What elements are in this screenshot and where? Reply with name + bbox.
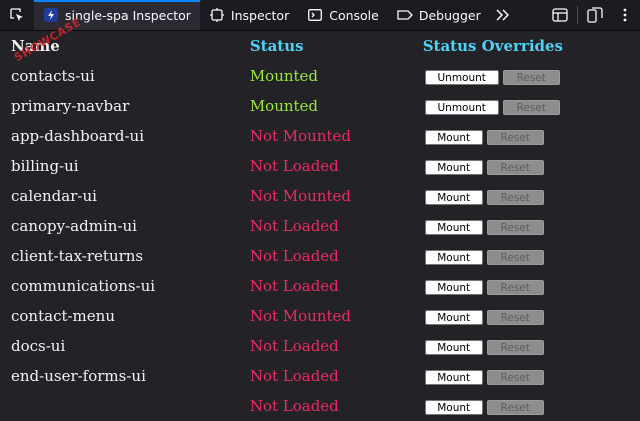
app-status: Not Loaded: [249, 337, 339, 355]
status-overrides: Mount Reset: [423, 361, 640, 391]
toolbar-right: [545, 0, 640, 30]
kebab-menu-icon[interactable]: [610, 0, 640, 30]
app-name: communications-ui: [11, 277, 156, 295]
app-status: Not Mounted: [249, 127, 351, 145]
app-status: Not Loaded: [249, 367, 339, 385]
tab-single-spa-inspector[interactable]: single-spa Inspector: [34, 0, 200, 30]
table-row: Not Loaded Mount Reset: [11, 391, 640, 421]
table-row: contact-menu Not Mounted Mount Reset: [11, 301, 640, 331]
table-row: billing-ui Not Loaded Mount Reset: [11, 151, 640, 181]
mount-button[interactable]: Mount: [424, 399, 483, 415]
responsive-design-icon[interactable]: [580, 0, 610, 30]
mount-button[interactable]: Mount: [424, 129, 483, 145]
table-row: docs-ui Not Loaded Mount Reset: [11, 331, 640, 361]
tab-label: Inspector: [230, 7, 290, 23]
app-name: end-user-forms-ui: [11, 367, 146, 385]
table-row: end-user-forms-ui Not Loaded Mount Reset: [11, 361, 640, 391]
status-overrides: Mount Reset: [423, 331, 640, 361]
app-status: Not Loaded: [249, 277, 339, 295]
status-overrides: Mount Reset: [423, 241, 640, 271]
reset-button[interactable]: Reset: [486, 189, 544, 205]
mount-button[interactable]: Mount: [424, 159, 483, 175]
app-name: docs-ui: [11, 337, 66, 355]
status-overrides: Mount Reset: [423, 271, 640, 301]
reset-button[interactable]: Reset: [486, 279, 544, 295]
status-overrides: Mount Reset: [423, 151, 640, 181]
table-header-row: Name Status Status Overrides: [11, 31, 640, 61]
status-overrides: Unmount Reset: [423, 61, 640, 91]
tab-console[interactable]: Console: [298, 0, 388, 30]
app-name: [11, 391, 250, 421]
tab-label: single-spa Inspector: [65, 7, 191, 23]
reset-button[interactable]: Reset: [486, 129, 544, 145]
applications-table: Name Status Status Overrides contacts-ui…: [11, 31, 640, 421]
devtools-toolbar: single-spa Inspector Inspector Console D…: [0, 0, 640, 31]
reset-button[interactable]: Reset: [486, 159, 544, 175]
status-overrides: Mount Reset: [423, 181, 640, 211]
unmount-button[interactable]: Unmount: [424, 99, 499, 115]
mount-button[interactable]: Mount: [424, 339, 483, 355]
mount-button[interactable]: Mount: [424, 189, 483, 205]
mount-button[interactable]: Mount: [424, 369, 483, 385]
header-status-overrides: Status Overrides: [422, 37, 563, 55]
app-status: Not Loaded: [249, 247, 339, 265]
mount-button[interactable]: Mount: [424, 279, 483, 295]
table-row: calendar-ui Not Mounted Mount Reset: [11, 181, 640, 211]
reset-button[interactable]: Reset: [486, 369, 544, 385]
debugger-icon: [397, 7, 413, 23]
reset-button[interactable]: Reset: [486, 219, 544, 235]
mount-button[interactable]: Mount: [424, 309, 483, 325]
app-name: primary-navbar: [11, 97, 130, 115]
app-name: contact-menu: [11, 307, 115, 325]
inspector-panel: Name Status Status Overrides contacts-ui…: [0, 16, 640, 421]
app-status: Not Loaded: [249, 217, 339, 235]
status-overrides: Mount Reset: [423, 121, 640, 151]
unmount-button[interactable]: Unmount: [424, 69, 499, 85]
tab-debugger[interactable]: Debugger: [388, 0, 490, 30]
app-name: app-dashboard-ui: [11, 127, 144, 145]
tab-label: Console: [329, 7, 379, 23]
app-status: Not Loaded: [249, 397, 339, 415]
app-status: Not Mounted: [249, 187, 351, 205]
reset-button[interactable]: Reset: [502, 69, 560, 85]
toolbar-divider: [577, 6, 578, 24]
app-status: Mounted: [249, 67, 319, 85]
reset-button[interactable]: Reset: [486, 249, 544, 265]
mount-button[interactable]: Mount: [424, 249, 483, 265]
table-row: app-dashboard-ui Not Mounted Mount Reset: [11, 121, 640, 151]
table-row: communications-ui Not Loaded Mount Reset: [11, 271, 640, 301]
element-picker-icon[interactable]: [0, 0, 34, 30]
reset-button[interactable]: Reset: [486, 399, 544, 415]
app-status: Not Mounted: [249, 307, 351, 325]
status-overrides: Mount Reset: [423, 391, 640, 421]
chevrons-right-icon[interactable]: [490, 0, 516, 30]
table-row: client-tax-returns Not Loaded Mount Reset: [11, 241, 640, 271]
status-overrides: Unmount Reset: [423, 91, 640, 121]
status-overrides: Mount Reset: [423, 301, 640, 331]
tab-label: Debugger: [418, 7, 481, 23]
app-name: calendar-ui: [11, 187, 97, 205]
table-row: contacts-ui Mounted Unmount Reset: [11, 61, 640, 91]
app-name: billing-ui: [11, 157, 79, 175]
app-status: Not Loaded: [249, 157, 339, 175]
table-row: primary-navbar Mounted Unmount Reset: [11, 91, 640, 121]
status-overrides: Mount Reset: [423, 211, 640, 241]
app-name: contacts-ui: [11, 67, 95, 85]
table-body: contacts-ui Mounted Unmount Reset primary-na…: [11, 61, 640, 421]
app-name: canopy-admin-ui: [11, 217, 137, 235]
mount-button[interactable]: Mount: [424, 219, 483, 235]
console-icon: [307, 7, 323, 23]
app-status: Mounted: [249, 97, 319, 115]
tab-inspector[interactable]: Inspector: [200, 0, 298, 30]
header-status: Status: [249, 37, 304, 55]
single-spa-icon: [43, 7, 59, 23]
inspector-icon: [209, 7, 225, 23]
dock-layout-icon[interactable]: [545, 0, 575, 30]
app-name: client-tax-returns: [11, 247, 144, 265]
table-row: canopy-admin-ui Not Loaded Mount Reset: [11, 211, 640, 241]
reset-button[interactable]: Reset: [486, 309, 544, 325]
header-name: Name: [11, 37, 60, 55]
reset-button[interactable]: Reset: [486, 339, 544, 355]
reset-button[interactable]: Reset: [502, 99, 560, 115]
